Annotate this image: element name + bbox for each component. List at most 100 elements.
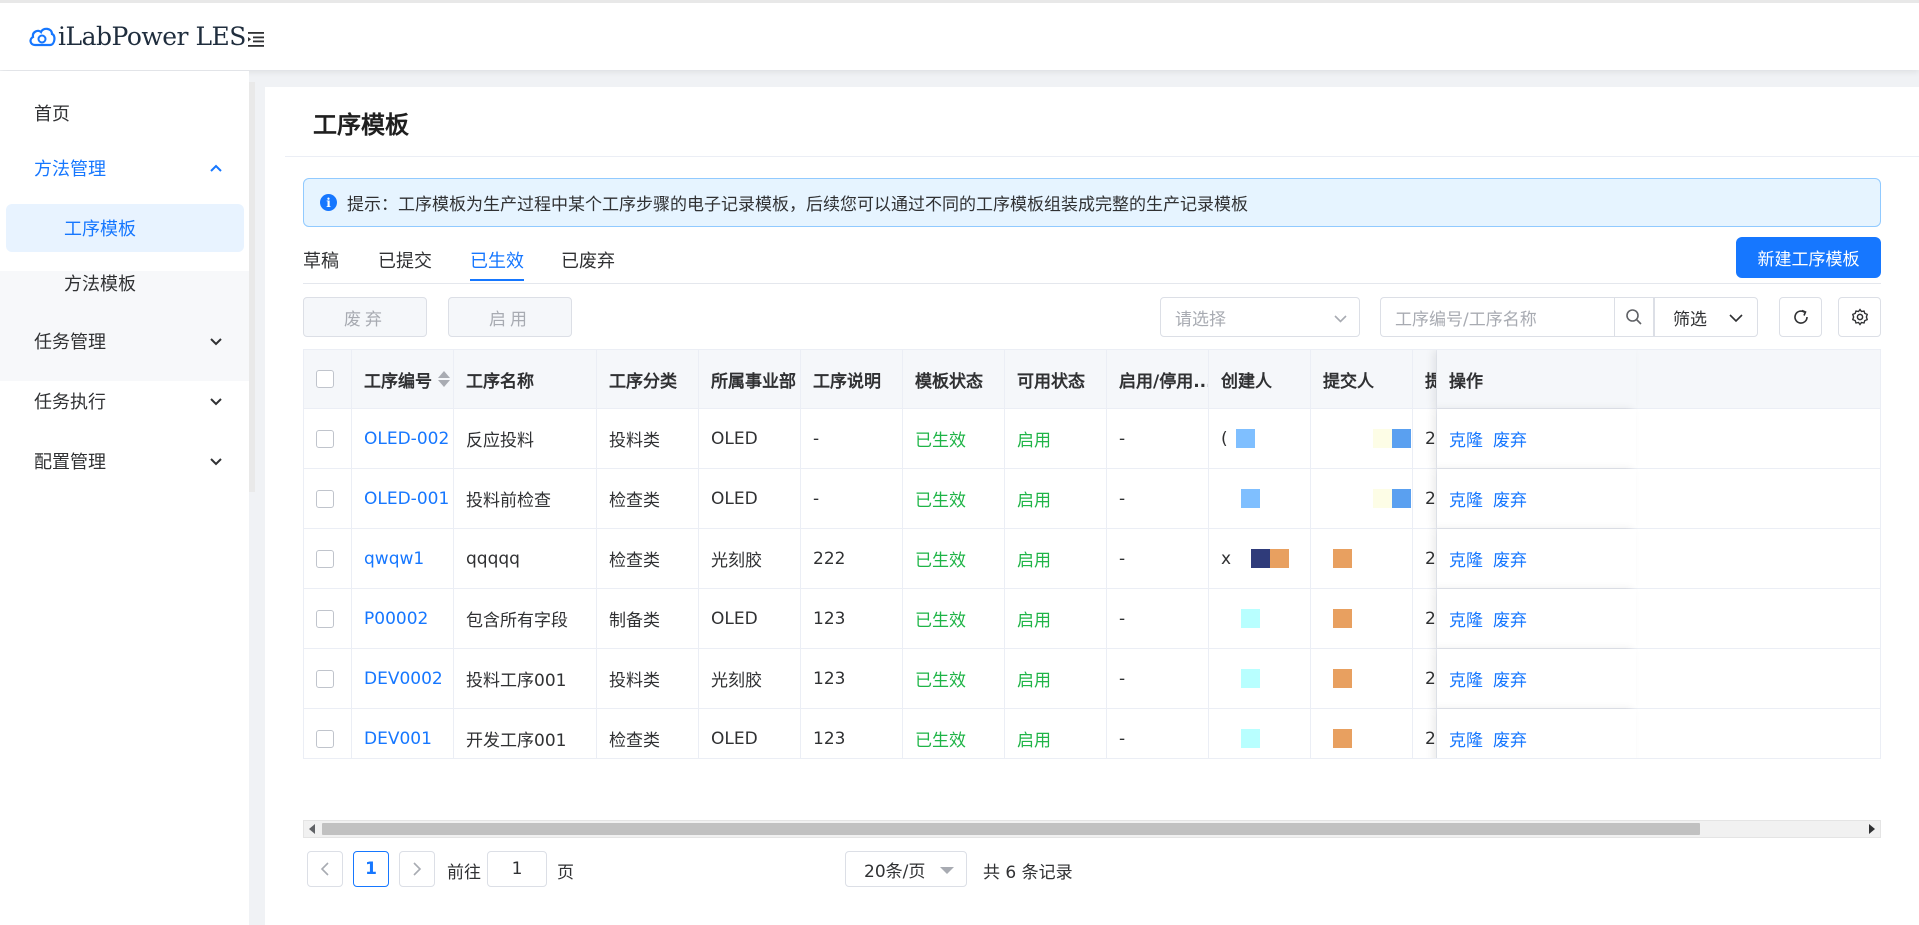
- sidebar-item-method-management[interactable]: 方法管理: [0, 144, 249, 192]
- sort-icon[interactable]: [438, 371, 450, 387]
- row-select-cell[interactable]: [304, 529, 352, 588]
- scroll-right-icon[interactable]: [1868, 824, 1876, 834]
- discard-link[interactable]: 废弃: [1493, 426, 1527, 451]
- status-badge: 已生效: [915, 491, 966, 511]
- discard-button[interactable]: 废弃: [303, 297, 427, 337]
- category: 制备类: [609, 611, 660, 631]
- filter-dropdown[interactable]: 筛选: [1654, 297, 1758, 337]
- tab-draft[interactable]: 草稿: [303, 239, 339, 281]
- table-row[interactable]: DEV001开发工序001检查类OLED123已生效启用-20克隆废弃: [304, 709, 1880, 758]
- submit-time: 20: [1425, 488, 1436, 509]
- process-code-link[interactable]: qwqw1: [352, 529, 454, 588]
- col-toggle-time-header: 启用/停用...: [1107, 350, 1209, 408]
- sidebar-item-config-management[interactable]: 配置管理: [0, 437, 249, 485]
- row-select-cell[interactable]: [304, 649, 352, 708]
- col-code-header[interactable]: 工序编号: [352, 350, 454, 408]
- search-input[interactable]: 工序编号/工序名称: [1380, 297, 1614, 337]
- sidebar-scrollbar[interactable]: [249, 82, 255, 492]
- tab-effective[interactable]: 已生效: [470, 239, 524, 281]
- discard-link[interactable]: 废弃: [1493, 666, 1527, 691]
- tab-discarded[interactable]: 已废弃: [561, 239, 615, 281]
- discard-link[interactable]: 废弃: [1493, 606, 1527, 631]
- availability-cell: 启用: [1005, 649, 1107, 708]
- division: OLED: [711, 428, 758, 449]
- col-submitter-header: 提交人: [1311, 350, 1413, 408]
- row-select-cell[interactable]: [304, 589, 352, 648]
- process-code-link[interactable]: OLED-001: [352, 469, 454, 528]
- process-code: OLED-001: [364, 488, 450, 509]
- scroll-left-icon[interactable]: [308, 824, 316, 834]
- row-select-cell[interactable]: [304, 469, 352, 528]
- chevron-left-icon: [320, 862, 329, 876]
- discard-link[interactable]: 废弃: [1493, 486, 1527, 511]
- sidebar-item-home[interactable]: 首页: [0, 89, 249, 137]
- process-code-link[interactable]: DEV0002: [352, 649, 454, 708]
- total-records: 共 6 条记录: [983, 862, 1073, 883]
- table-row[interactable]: OLED-002反应投料投料类OLED-已生效启用-(20克隆废弃: [304, 409, 1880, 469]
- status-cell: 已生效: [903, 469, 1005, 528]
- discard-link[interactable]: 废弃: [1493, 546, 1527, 571]
- clone-link[interactable]: 克隆: [1449, 726, 1483, 751]
- prev-page-button[interactable]: [307, 851, 343, 887]
- cloud-logo-icon: [29, 27, 56, 46]
- discard-link[interactable]: 废弃: [1493, 726, 1527, 751]
- row-checkbox[interactable]: [316, 429, 334, 448]
- info-icon: i: [320, 194, 337, 211]
- process-name-cell: 包含所有字段: [454, 589, 597, 648]
- row-select-cell[interactable]: [304, 409, 352, 468]
- next-page-button[interactable]: [399, 851, 435, 887]
- app-logo[interactable]: iLabPower LES: [28, 22, 246, 51]
- row-checkbox[interactable]: [316, 609, 334, 628]
- goto-page-input[interactable]: 1: [487, 851, 547, 887]
- clone-link[interactable]: 克隆: [1449, 486, 1483, 511]
- submit-time-cell: 20: [1413, 409, 1437, 468]
- table-horizontal-scrollbar[interactable]: [303, 820, 1881, 838]
- redacted-avatar: [1235, 429, 1255, 448]
- row-select-cell[interactable]: [304, 709, 352, 758]
- sidebar-item-task-execution[interactable]: 任务执行: [0, 377, 249, 425]
- process-code: qwqw1: [364, 548, 425, 569]
- enable-button[interactable]: 启用: [448, 297, 572, 337]
- process-code-link[interactable]: P00002: [352, 589, 454, 648]
- select-all-cell[interactable]: [304, 350, 352, 408]
- page-size-select[interactable]: 20条/页: [845, 851, 967, 887]
- submitter-cell: [1311, 589, 1413, 648]
- scrollbar-thumb[interactable]: [322, 823, 1700, 835]
- row-checkbox[interactable]: [316, 729, 334, 748]
- clone-link[interactable]: 克隆: [1449, 426, 1483, 451]
- search-button[interactable]: [1614, 297, 1654, 337]
- process-code-link[interactable]: OLED-002: [352, 409, 454, 468]
- availability-cell: 启用: [1005, 529, 1107, 588]
- settings-button[interactable]: [1838, 297, 1881, 337]
- table-row[interactable]: qwqw1qqqqq检查类光刻胶222已生效启用-x20克隆废弃: [304, 529, 1880, 589]
- row-checkbox[interactable]: [316, 489, 334, 508]
- page-number-button[interactable]: 1: [353, 851, 389, 887]
- row-checkbox[interactable]: [316, 549, 334, 568]
- table-row[interactable]: DEV0002投料工序001投料类光刻胶123已生效启用-20克隆废弃: [304, 649, 1880, 709]
- status-badge: 已生效: [915, 671, 966, 691]
- process-code-link[interactable]: DEV001: [352, 709, 454, 758]
- new-process-template-button[interactable]: 新建工序模板: [1736, 237, 1881, 278]
- clone-link[interactable]: 克隆: [1449, 546, 1483, 571]
- row-checkbox[interactable]: [316, 669, 334, 688]
- search-icon: [1626, 309, 1642, 325]
- submitter-cell: [1311, 529, 1413, 588]
- menu-collapse-icon[interactable]: [246, 29, 268, 49]
- sidebar-item-task-management[interactable]: 任务管理: [0, 317, 249, 365]
- process-code: DEV0002: [364, 668, 443, 689]
- active-tab-indicator: [470, 279, 524, 281]
- sidebar-item-process-template[interactable]: 工序模板: [6, 204, 244, 252]
- row-checkbox[interactable]: [316, 370, 334, 388]
- division-select[interactable]: 请选择: [1160, 297, 1360, 337]
- table-row[interactable]: OLED-001投料前检查检查类OLED-已生效启用-20克隆废弃: [304, 469, 1880, 529]
- logo-text: iLabPower LES: [58, 22, 246, 51]
- submitter-cell: [1311, 649, 1413, 708]
- clone-link[interactable]: 克隆: [1449, 666, 1483, 691]
- header-label: 模板状态: [915, 371, 983, 392]
- refresh-button[interactable]: [1779, 297, 1822, 337]
- sidebar-item-method-template[interactable]: 方法模板: [6, 259, 244, 307]
- chevron-down-icon: [210, 398, 222, 406]
- clone-link[interactable]: 克隆: [1449, 606, 1483, 631]
- table-row[interactable]: P00002包含所有字段制备类OLED123已生效启用-20克隆废弃: [304, 589, 1880, 649]
- tab-submitted[interactable]: 已提交: [378, 239, 432, 281]
